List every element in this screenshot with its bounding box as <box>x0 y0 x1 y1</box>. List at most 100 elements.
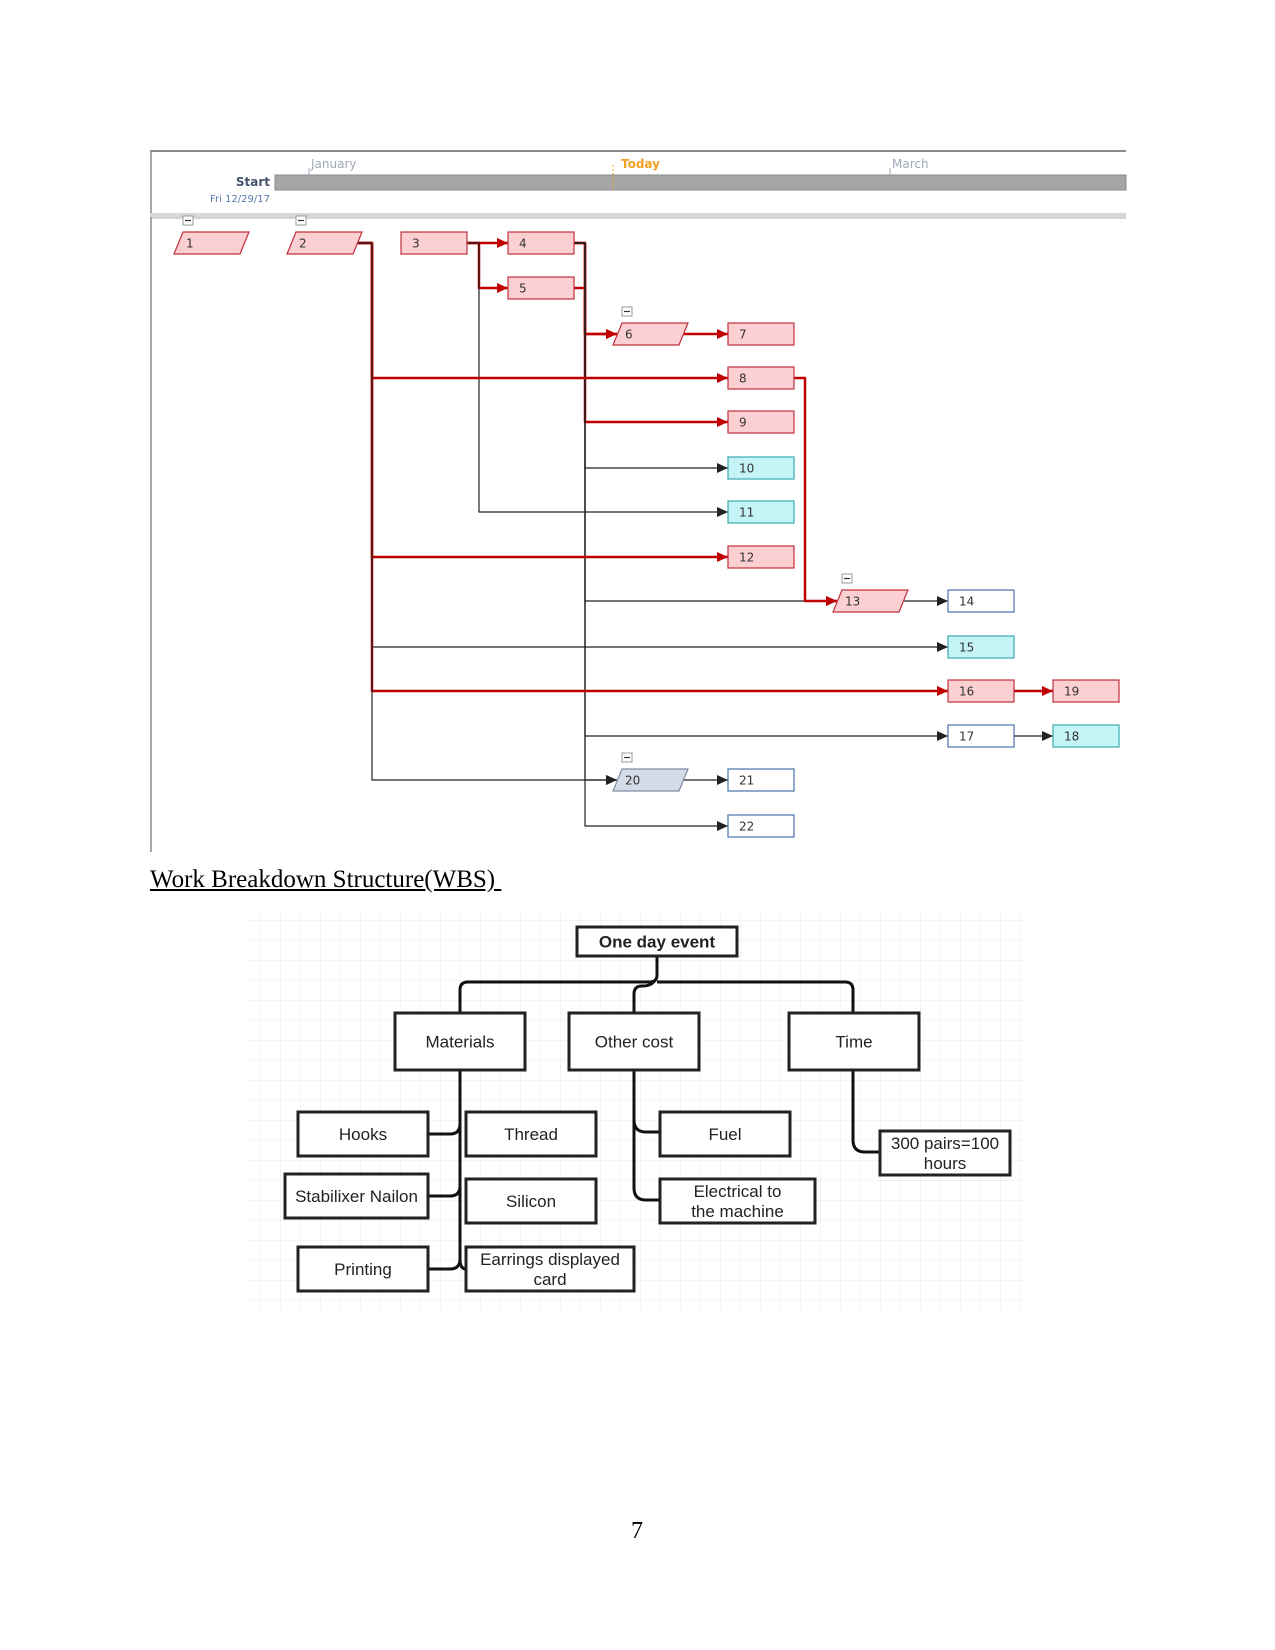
task-shape <box>727 456 795 480</box>
task-node-4[interactable]: 4 <box>507 231 575 255</box>
arrowhead-13-to-14 <box>937 596 948 606</box>
wbs-box-label: Silicon <box>506 1192 556 1211</box>
task-shape <box>727 545 795 569</box>
link-2-to-15 <box>353 242 948 648</box>
link-3-to-5 <box>467 241 508 290</box>
task-shape <box>400 231 468 255</box>
wbs-box-label: Electrical to <box>694 1182 782 1201</box>
wbs-connector <box>851 1070 880 1154</box>
wbs-connector <box>458 1258 467 1271</box>
task-node-1[interactable]: 1 <box>173 215 250 255</box>
today-label: Today <box>621 157 660 171</box>
link-8-to-13 <box>794 376 837 603</box>
wbs-box-label: card <box>533 1270 566 1289</box>
wbs-leaf-thread: Thread <box>464 1110 598 1158</box>
section-heading: Work Breakdown Structure(WBS) <box>150 866 502 893</box>
task-shape <box>727 322 795 346</box>
wbs-box-label: Earrings displayed <box>480 1250 620 1269</box>
task-node-17[interactable]: 17 <box>947 724 1015 748</box>
task-node-20[interactable]: 20 <box>612 752 689 792</box>
month-january: January <box>310 157 357 171</box>
task-node-7[interactable]: 7 <box>727 322 795 346</box>
task-node-9[interactable]: 9 <box>727 410 795 434</box>
task-id-label: 14 <box>959 595 974 609</box>
task-node-5[interactable]: 5 <box>507 276 575 300</box>
task-id-label: 9 <box>739 416 747 430</box>
task-id-label: 16 <box>959 685 974 699</box>
task-id-label: 18 <box>1064 730 1079 744</box>
arrowhead-6-to-7 <box>717 329 728 339</box>
task-id-label: 21 <box>739 774 754 788</box>
wbs-connectors <box>428 956 880 1271</box>
link-2-to-8 <box>353 241 728 380</box>
arrowhead-5-to-6 <box>606 329 617 339</box>
wbs-branch-other-cost: Other cost <box>567 1011 701 1072</box>
task-node-15[interactable]: 15 <box>947 635 1015 659</box>
task-node-22[interactable]: 22 <box>727 814 795 838</box>
task-node-2[interactable]: 2 <box>286 215 363 255</box>
wbs-connector <box>428 1185 462 1198</box>
task-id-label: 19 <box>1064 685 1079 699</box>
network-diagram: Start Fri 12/29/17 January Today March 1… <box>150 150 1127 852</box>
task-id-label: 20 <box>625 774 640 788</box>
wbs-leaf-earrings-displayed-card: Earrings displayedcard <box>464 1245 636 1293</box>
arrowhead-2-to-8 <box>717 373 728 383</box>
wbs-grid-background <box>250 910 1022 1310</box>
wbs-box-label: Stabilixer Nailon <box>295 1187 418 1206</box>
arrowhead-4-to-9 <box>717 417 728 427</box>
arrowhead-2-to-12 <box>717 552 728 562</box>
task-node-19[interactable]: 19 <box>1052 679 1120 703</box>
arrowhead-8-to-13 <box>826 596 837 606</box>
task-id-label: 15 <box>959 641 974 655</box>
task-node-14[interactable]: 14 <box>947 589 1015 613</box>
task-node-21[interactable]: 21 <box>727 768 795 792</box>
task-id-label: 6 <box>625 328 633 342</box>
month-march: March <box>892 157 929 171</box>
task-shape <box>507 231 575 255</box>
timeline-bar <box>274 174 1127 191</box>
wbs-connector <box>632 979 657 1013</box>
task-node-8[interactable]: 8 <box>727 366 795 390</box>
arrowhead-17-to-18 <box>1042 731 1053 741</box>
arrowhead-2-to-15 <box>937 642 948 652</box>
start-label: Start <box>236 175 270 189</box>
task-shape <box>947 635 1015 659</box>
page-number: 7 <box>631 1518 643 1544</box>
task-shape <box>1052 724 1120 748</box>
arrowhead-3-to-4 <box>497 238 508 248</box>
wbs-box-label: One day event <box>599 933 716 952</box>
task-node-3[interactable]: 3 <box>400 231 468 255</box>
wbs-leaf-hooks: Hooks <box>296 1110 430 1158</box>
task-id-label: 2 <box>299 237 307 251</box>
task-shape <box>507 276 575 300</box>
task-shape <box>727 410 795 434</box>
wbs-boxes: One day event Materials Other cost Time Hook… <box>283 925 1012 1293</box>
task-node-13[interactable]: 13 <box>832 573 909 613</box>
task-node-12[interactable]: 12 <box>727 545 795 569</box>
wbs-box-label: the machine <box>691 1202 784 1221</box>
task-id-label: 5 <box>519 282 527 296</box>
arrowhead-4-to-10 <box>717 463 728 473</box>
arrowhead-16-to-19 <box>1042 686 1053 696</box>
task-id-label: 10 <box>739 462 754 476</box>
arrowhead-2-to-16 <box>937 686 948 696</box>
wbs-box-label: Materials <box>426 1033 495 1052</box>
task-node-11[interactable]: 11 <box>727 500 795 524</box>
wbs-leaf-silicon: Silicon <box>464 1177 598 1225</box>
link-4-to-10 <box>574 242 728 469</box>
arrowhead-2-to-20 <box>606 775 617 785</box>
task-id-label: 12 <box>739 551 754 565</box>
task-id-label: 11 <box>739 506 754 520</box>
wbs-leaf-fuel: Fuel <box>658 1110 792 1158</box>
wbs-box-label: Hooks <box>339 1125 387 1144</box>
task-node-6[interactable]: 6 <box>612 306 689 346</box>
wbs-connector <box>632 1119 660 1134</box>
wbs-leaf-300-pairs-100-hours: 300 pairs=100hours <box>878 1129 1012 1177</box>
task-node-16[interactable]: 16 <box>947 679 1015 703</box>
task-node-10[interactable]: 10 <box>727 456 795 480</box>
wbs-box-label: Fuel <box>708 1125 741 1144</box>
task-id-label: 1 <box>186 237 194 251</box>
wbs-box-label: Other cost <box>595 1033 674 1052</box>
task-node-18[interactable]: 18 <box>1052 724 1120 748</box>
wbs-connector <box>657 980 855 1013</box>
